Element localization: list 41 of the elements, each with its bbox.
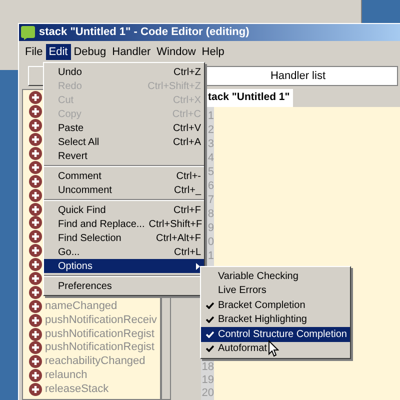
menu-label: Go...: [58, 246, 80, 260]
menu-label: Autoformat: [218, 342, 267, 356]
menu-label: Bracket Completion: [218, 298, 306, 313]
line-number: 1: [208, 249, 214, 263]
line-number: 7: [208, 193, 214, 207]
line-number: 5: [208, 165, 214, 179]
menu-label: Undo: [58, 66, 82, 80]
menu-label: Uncomment: [58, 184, 112, 198]
shortcut-label: Ctrl+V: [172, 122, 201, 136]
shortcut-label: Ctrl+Alt+F: [156, 232, 201, 246]
shortcut-label: Ctrl+F: [174, 204, 201, 218]
menu-label: Live Errors: [218, 284, 266, 298]
line-number: 20: [202, 387, 214, 400]
line-number: 18: [202, 361, 214, 374]
shortcut-label: Ctrl+A: [172, 136, 201, 150]
menu-label: Paste: [58, 122, 84, 136]
menu-label: Bracket Highlighting: [218, 313, 307, 328]
menu-label: Find Selection: [58, 232, 122, 246]
line-number: 4: [208, 151, 214, 165]
window-title: stack "Untitled 1" - Code Editor (editing): [39, 25, 250, 40]
line-number: 2: [208, 123, 214, 137]
line-number: 1: [208, 109, 214, 123]
shortcut-label: Ctrl+Z: [174, 66, 201, 80]
shortcut-label: Ctrl+Shift+F: [148, 218, 202, 232]
line-number: 6: [208, 179, 214, 193]
menu-label: Control Structure Completion: [218, 328, 347, 342]
line-number: 0: [208, 235, 214, 249]
shortcut-label: Ctrl+_: [174, 184, 201, 198]
line-number: 8: [208, 207, 214, 221]
shortcut-label: Ctrl+L: [174, 246, 201, 260]
menu-label: Find and Replace...: [58, 218, 145, 232]
line-number: 3: [208, 137, 214, 151]
menu-label: Quick Find: [58, 204, 106, 218]
menu-label: Revert: [58, 150, 88, 164]
menu-label: Comment: [58, 170, 102, 184]
menu-label: Select All: [58, 136, 100, 150]
line-number: 9: [208, 221, 214, 235]
menu-label: Variable Checking: [218, 270, 298, 284]
shortcut-label: Ctrl+-: [176, 170, 201, 184]
menu-label: Preferences: [58, 280, 112, 294]
line-number: 19: [202, 374, 214, 387]
